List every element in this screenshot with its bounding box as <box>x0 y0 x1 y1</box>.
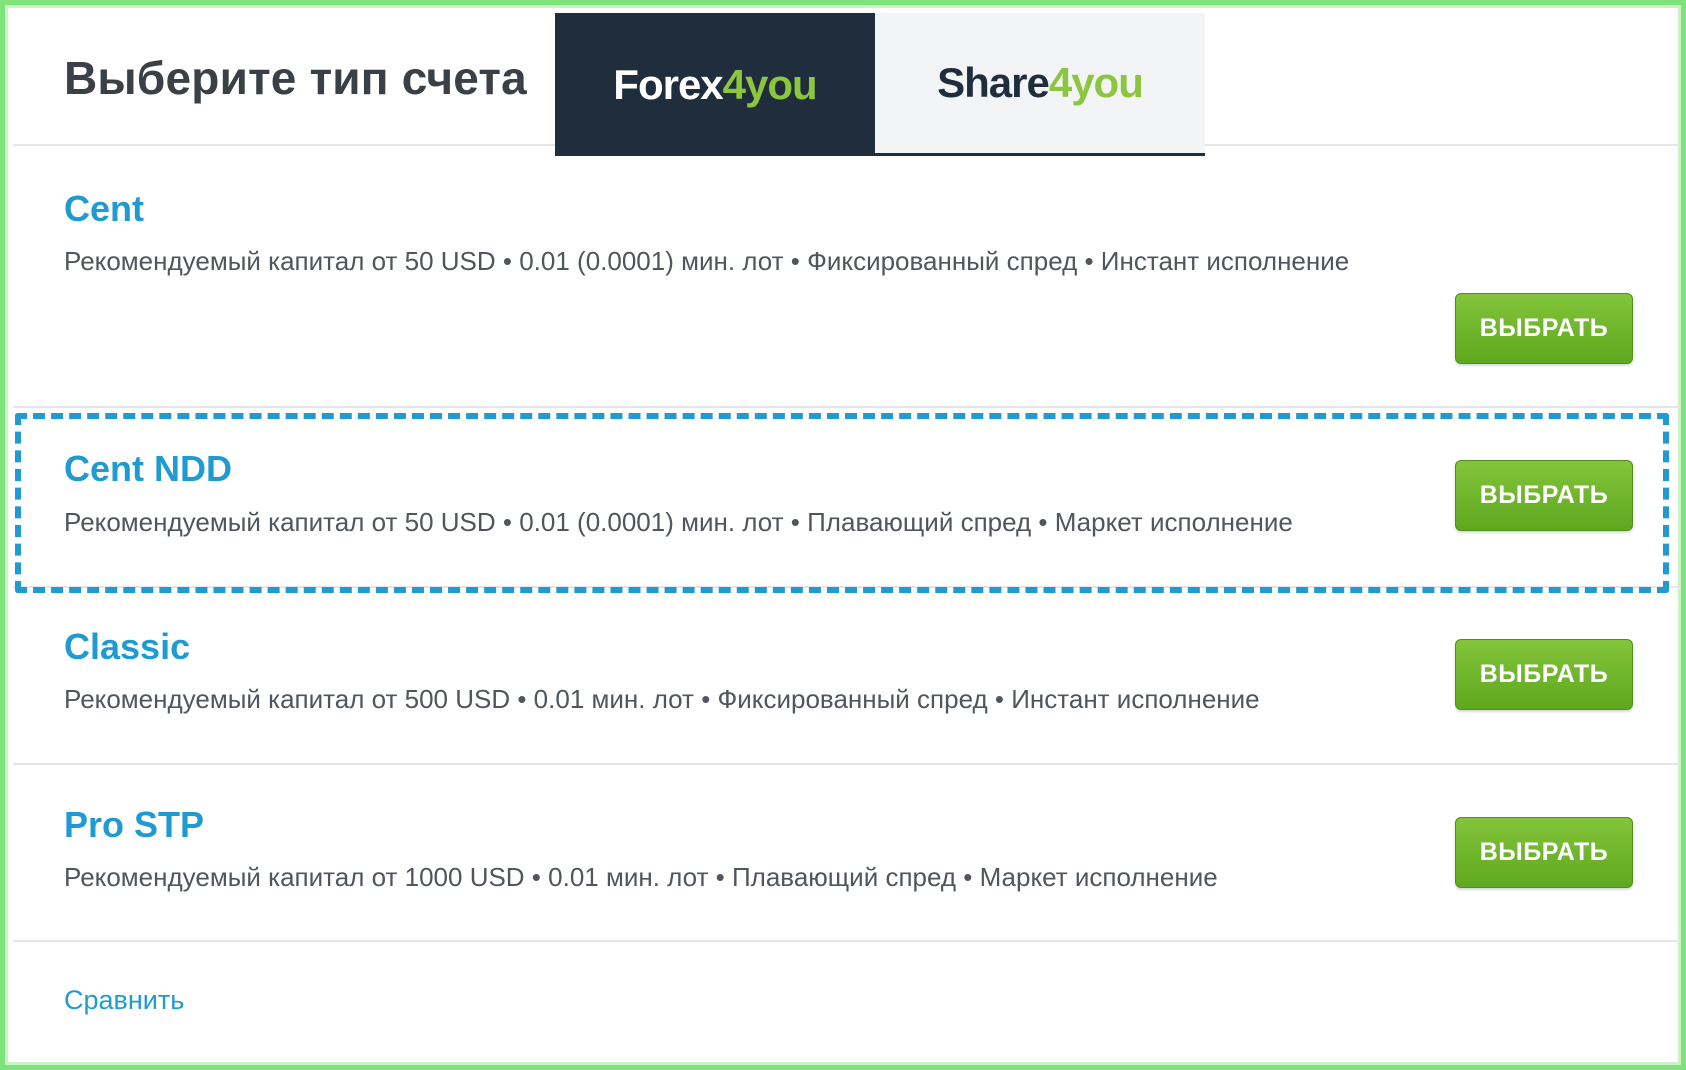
select-button[interactable]: ВЫБРАТЬ <box>1455 293 1633 364</box>
account-row-cent: Cent Рекомендуемый капитал от 50 USD • 0… <box>13 146 1681 408</box>
account-description: Рекомендуемый капитал от 50 USD • 0.01 (… <box>64 246 1350 276</box>
account-name: Pro STP <box>64 804 205 845</box>
account-row-pro-stp: Pro STP Рекомендуемый капитал от 1000 US… <box>13 765 1681 942</box>
select-button[interactable]: ВЫБРАТЬ <box>1455 817 1633 888</box>
account-row-cent-ndd: Cent NDD Рекомендуемый капитал от 50 USD… <box>13 408 1681 588</box>
account-description: Рекомендуемый капитал от 1000 USD • 0.01… <box>64 862 1218 892</box>
share4you-logo: Share4you <box>937 59 1144 106</box>
compare-link[interactable]: Сравнить <box>64 985 184 1016</box>
select-button[interactable]: ВЫБРАТЬ <box>1455 639 1633 710</box>
account-row-classic: Classic Рекомендуемый капитал от 500 USD… <box>13 588 1681 765</box>
page-title: Выберите тип счета <box>64 52 527 104</box>
select-button[interactable]: ВЫБРАТЬ <box>1455 460 1633 531</box>
account-name: Classic <box>64 626 191 667</box>
account-description: Рекомендуемый капитал от 50 USD • 0.01 (… <box>64 507 1293 537</box>
forex4you-logo: Forex4you <box>613 60 817 108</box>
tab-forex4you[interactable]: Forex4you <box>555 13 875 156</box>
account-name: Cent <box>64 188 144 229</box>
page-frame: Выберите тип счета Forex4you Share4you C… <box>0 0 1686 1070</box>
account-name: Cent NDD <box>64 448 232 489</box>
account-description: Рекомендуемый капитал от 500 USD • 0.01 … <box>64 684 1260 714</box>
tab-share4you[interactable]: Share4you <box>875 13 1205 156</box>
header: Выберите тип счета Forex4you Share4you <box>13 13 1681 156</box>
